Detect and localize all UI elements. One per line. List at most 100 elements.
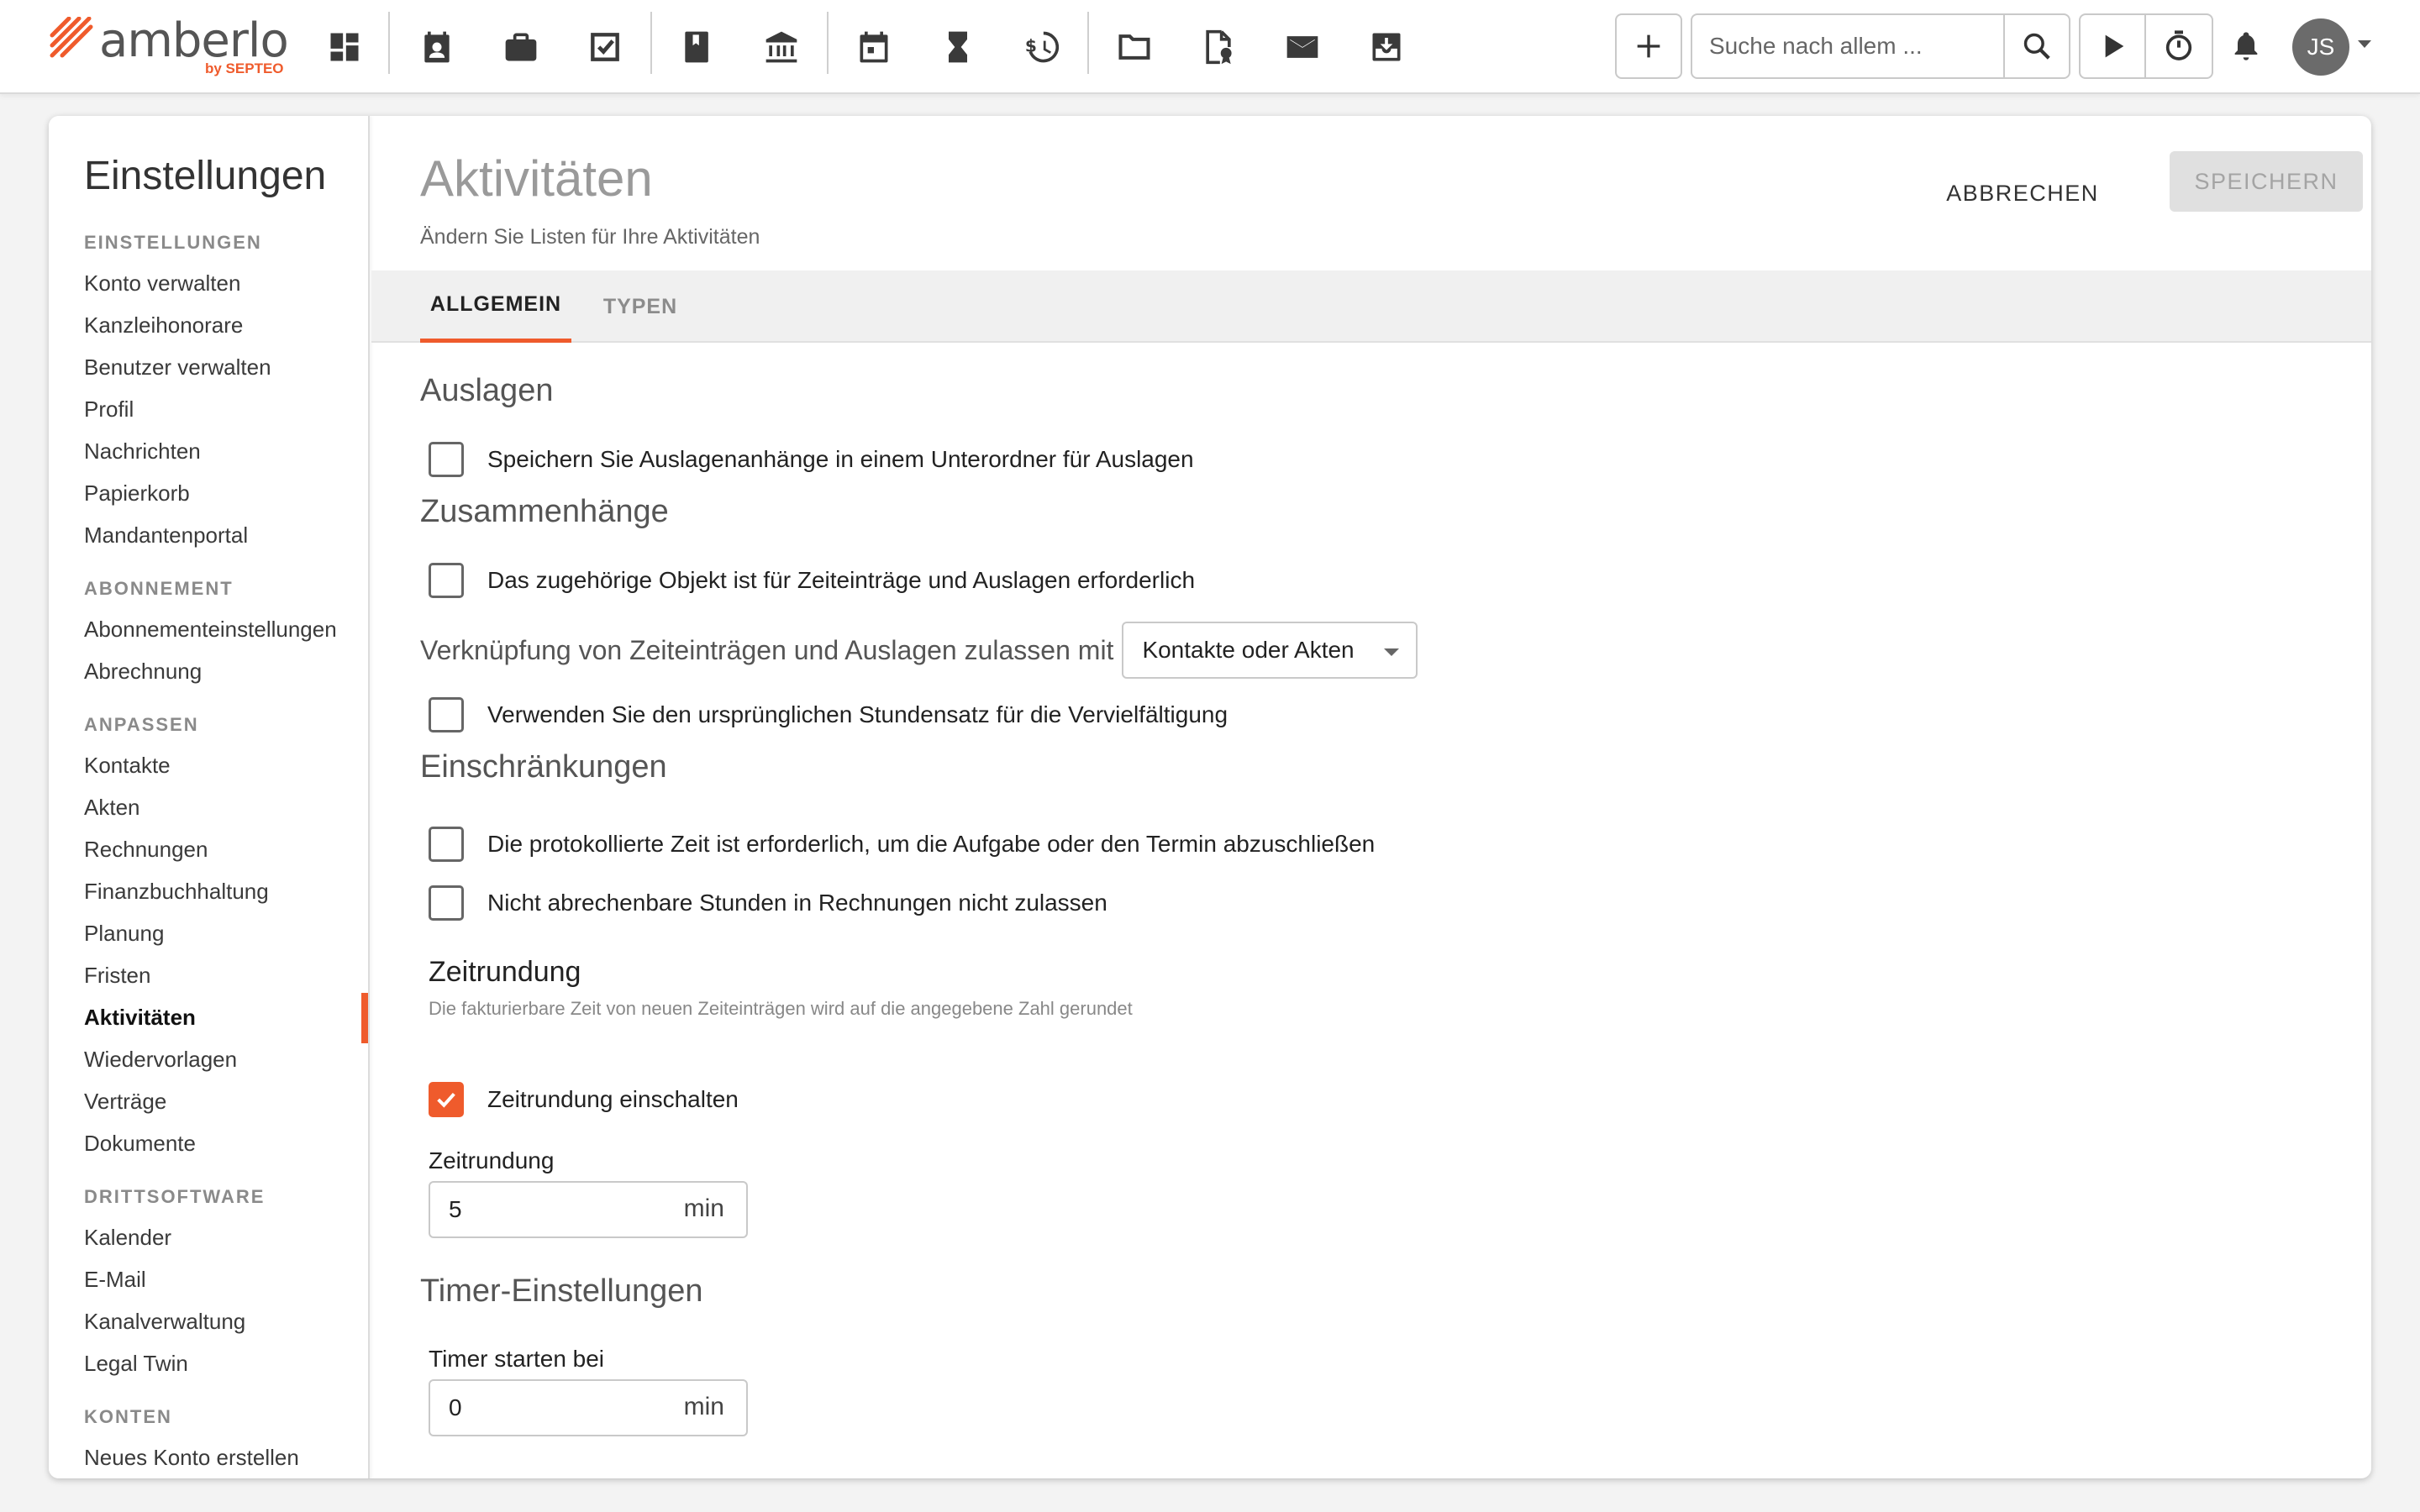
zeitrundung-hint: Die fakturierbare Zeit von neuen Zeitein… xyxy=(429,998,1133,1019)
checkbox-label-nonbillable: Nicht abrechenbare Stunden in Rechnungen… xyxy=(487,890,1107,916)
add-button[interactable] xyxy=(1615,13,1682,79)
settings-main: Aktivitäten Ändern Sie Listen für Ihre A… xyxy=(371,116,2371,1478)
sidebar-item-planung[interactable]: Planung xyxy=(84,921,164,947)
book-icon[interactable] xyxy=(672,22,723,72)
link-setting-label: Verknüpfung von Zeiteinträgen und Auslag… xyxy=(420,634,1114,665)
user-avatar[interactable]: JS xyxy=(2292,18,2349,76)
global-search xyxy=(1691,13,2070,79)
link-type-select-value: Kontakte oder Akten xyxy=(1142,637,1355,663)
checkbox-label-original-rate: Verwenden Sie den ursprünglichen Stunden… xyxy=(487,701,1228,727)
sidebar-section-konten: KONTEN xyxy=(84,1406,172,1427)
rounding-field: min xyxy=(429,1181,748,1238)
chevron-down-icon xyxy=(1384,648,1400,656)
sidebar-item-finanzbuchhaltung[interactable]: Finanzbuchhaltung xyxy=(84,879,269,905)
section-heading-auslagen: Auslagen xyxy=(420,373,554,408)
sidebar-active-indicator xyxy=(361,993,368,1043)
sidebar-item-neues-konto[interactable]: Neues Konto erstellen xyxy=(84,1445,299,1471)
sidebar-item-fristen[interactable]: Fristen xyxy=(84,963,150,989)
checkbox-subfolder[interactable] xyxy=(429,442,464,477)
save-button[interactable]: SPEICHERN xyxy=(2170,151,2363,212)
checkbox-label-subfolder: Speichern Sie Auslagenanhänge in einem U… xyxy=(487,446,1194,472)
top-bar: amberlo by SEPTEO $ Suche nach allem ...… xyxy=(0,0,2420,94)
hourglass-icon[interactable] xyxy=(933,22,983,72)
checkbox-row-time-required[interactable]: Die protokollierte Zeit ist erforderlich… xyxy=(429,827,1375,862)
cancel-button[interactable]: ABBRECHEN xyxy=(1926,163,2119,223)
plus-icon xyxy=(1637,34,1660,58)
checkbox-label-time-required: Die protokollierte Zeit ist erforderlich… xyxy=(487,831,1376,857)
settings-card: Einstellungen EINSTELLUNGEN Konto verwal… xyxy=(49,116,2371,1478)
checkbox-row-rounding-enable[interactable]: Zeitrundung einschalten xyxy=(429,1082,739,1117)
tasks-icon[interactable] xyxy=(580,22,630,72)
checkbox-row-related-required[interactable]: Das zugehörige Objekt ist für Zeiteinträ… xyxy=(429,563,1195,598)
timer-unit: min xyxy=(683,1393,724,1420)
checkbox-rounding-enable[interactable] xyxy=(429,1082,464,1117)
sidebar-item-legal-twin[interactable]: Legal Twin xyxy=(84,1351,188,1377)
settings-sidebar: Einstellungen EINSTELLUNGEN Konto verwal… xyxy=(49,116,370,1478)
section-heading-zusammenhaenge: Zusammenhänge xyxy=(420,494,669,529)
sidebar-item-vertraege[interactable]: Verträge xyxy=(84,1089,166,1115)
tab-typen[interactable]: TYPEN xyxy=(590,270,691,343)
contacts-icon[interactable] xyxy=(412,22,462,72)
checkmark-icon xyxy=(437,1092,455,1108)
folder-icon[interactable] xyxy=(1109,22,1160,72)
chevron-down-icon[interactable] xyxy=(2358,40,2371,48)
checkbox-row-original-rate[interactable]: Verwenden Sie den ursprünglichen Stunden… xyxy=(429,697,1228,732)
sidebar-item-abonnementeinstellungen[interactable]: Abonnementeinstellungen xyxy=(84,617,337,643)
rounding-field-label: Zeitrundung xyxy=(429,1147,555,1173)
start-timer-button[interactable] xyxy=(2081,15,2146,77)
search-button[interactable] xyxy=(2003,15,2069,77)
sidebar-item-profil[interactable]: Profil xyxy=(84,396,134,423)
sidebar-item-benutzer-verwalten[interactable]: Benutzer verwalten xyxy=(84,354,271,381)
sidebar-item-wiedervorlagen[interactable]: Wiedervorlagen xyxy=(84,1047,237,1073)
sidebar-title: Einstellungen xyxy=(84,154,327,198)
notifications-button[interactable] xyxy=(2225,25,2267,67)
svg-text:$: $ xyxy=(1025,36,1037,56)
checkbox-label-rounding-enable: Zeitrundung einschalten xyxy=(487,1086,739,1112)
bell-icon xyxy=(2234,32,2258,60)
document-seal-icon[interactable] xyxy=(1193,22,1244,72)
timer-start-input[interactable] xyxy=(430,1381,674,1435)
calendar-icon[interactable] xyxy=(849,22,899,72)
stopwatch-icon xyxy=(2165,30,2192,60)
sidebar-item-nachrichten[interactable]: Nachrichten xyxy=(84,438,201,465)
tab-allgemein[interactable]: ALLGEMEIN xyxy=(420,270,571,343)
sidebar-item-akten[interactable]: Akten xyxy=(84,795,140,821)
stopwatch-button[interactable] xyxy=(2146,15,2212,77)
sidebar-item-kontakte[interactable]: Kontakte xyxy=(84,753,171,779)
checkbox-original-rate[interactable] xyxy=(429,697,464,732)
sidebar-item-mandantenportal[interactable]: Mandantenportal xyxy=(84,522,248,549)
sidebar-item-kanzleihonorare[interactable]: Kanzleihonorare xyxy=(84,312,243,339)
link-type-select[interactable]: Kontakte oder Akten xyxy=(1122,622,1418,679)
sidebar-item-kalender[interactable]: Kalender xyxy=(84,1225,171,1251)
dashboard-icon[interactable] xyxy=(319,22,370,72)
briefcase-icon[interactable] xyxy=(496,22,546,72)
amberlo-logo[interactable]: amberlo by SEPTEO xyxy=(49,13,292,81)
checkbox-label-related-required: Das zugehörige Objekt ist für Zeiteinträ… xyxy=(487,567,1196,593)
sidebar-section-abonnement: ABONNEMENT xyxy=(84,578,234,599)
sidebar-item-email[interactable]: E-Mail xyxy=(84,1267,146,1293)
inbox-download-icon[interactable] xyxy=(1361,22,1412,72)
checkbox-row-nonbillable[interactable]: Nicht abrechenbare Stunden in Rechnungen… xyxy=(429,885,1107,921)
sidebar-item-dokumente[interactable]: Dokumente xyxy=(84,1131,196,1157)
sidebar-item-kanalverwaltung[interactable]: Kanalverwaltung xyxy=(84,1309,245,1335)
sidebar-item-abrechnung[interactable]: Abrechnung xyxy=(84,659,202,685)
checkbox-row-subfolder[interactable]: Speichern Sie Auslagenanhänge in einem U… xyxy=(429,442,1194,477)
search-input[interactable] xyxy=(1692,15,2003,77)
rounding-input[interactable] xyxy=(430,1183,674,1236)
page-subtitle: Ändern Sie Listen für Ihre Aktivitäten xyxy=(420,225,760,249)
sidebar-item-papierkorb[interactable]: Papierkorb xyxy=(84,480,190,507)
mail-icon[interactable] xyxy=(1277,22,1328,72)
sidebar-section-drittsoftware: DRITTSOFTWARE xyxy=(84,1186,266,1207)
logo-stripes-icon xyxy=(50,17,93,58)
billing-history-icon[interactable]: $ xyxy=(1017,22,1067,72)
checkbox-nonbillable[interactable] xyxy=(429,885,464,921)
sidebar-item-konto-verwalten[interactable]: Konto verwalten xyxy=(84,270,240,297)
bank-icon[interactable] xyxy=(756,22,807,72)
sidebar-item-rechnungen[interactable]: Rechnungen xyxy=(84,837,208,863)
checkbox-related-required[interactable] xyxy=(429,563,464,598)
sidebar-section-einstellungen: EINSTELLUNGEN xyxy=(84,232,262,253)
sidebar-item-aktivitaeten[interactable]: Aktivitäten xyxy=(84,1005,196,1031)
section-heading-einschraenkungen: Einschränkungen xyxy=(420,749,667,785)
checkbox-time-required[interactable] xyxy=(429,827,464,862)
link-setting-row: Verknüpfung von Zeiteinträgen und Auslag… xyxy=(420,622,1418,679)
